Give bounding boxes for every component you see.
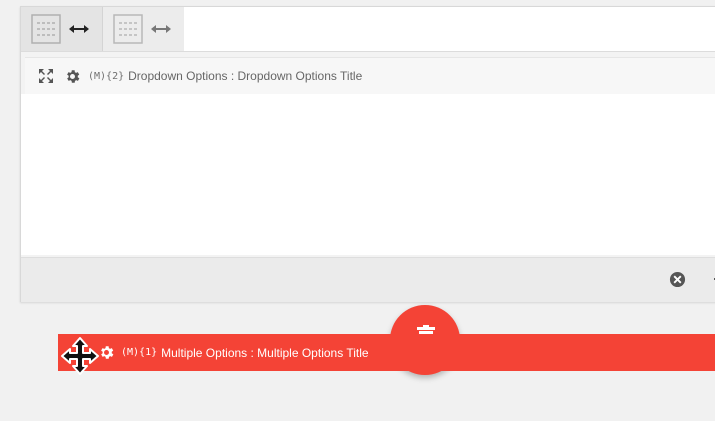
field-title: Multiple Options : Multiple Options Titl… [161,345,369,360]
field-row-dropdown-options[interactable]: (M){2} Dropdown Options : Dropdown Optio… [25,57,715,95]
layout-grid-icon [31,14,61,44]
page: (M){2} Dropdown Options : Dropdown Optio… [0,0,715,421]
close-circle-icon[interactable] [669,271,686,288]
layout-grid-icon [113,14,143,44]
gear-icon[interactable] [64,68,81,85]
gear-icon[interactable] [98,344,115,361]
dragged-field-row-multiple-options[interactable]: (M){1} Multiple Options : Multiple Optio… [58,334,715,371]
drop-area[interactable] [21,94,715,255]
field-code: (M){2} [88,70,125,82]
expand-icon[interactable] [38,68,54,84]
field-code: (M){1} [121,347,158,358]
panel-footer [21,257,715,302]
layout-toolbar [21,7,715,52]
arrow-icon[interactable] [711,272,715,286]
field-title: Dropdown Options : Dropdown Options Titl… [128,69,363,83]
resize-horizontal-arrows-icon [69,25,89,33]
move-cursor-icon [61,337,99,375]
form-builder-panel: (M){2} Dropdown Options : Dropdown Optio… [20,6,715,302]
layout-button-1[interactable] [21,7,103,51]
resize-horizontal-arrows-icon [151,25,171,33]
layout-button-2[interactable] [103,7,184,51]
